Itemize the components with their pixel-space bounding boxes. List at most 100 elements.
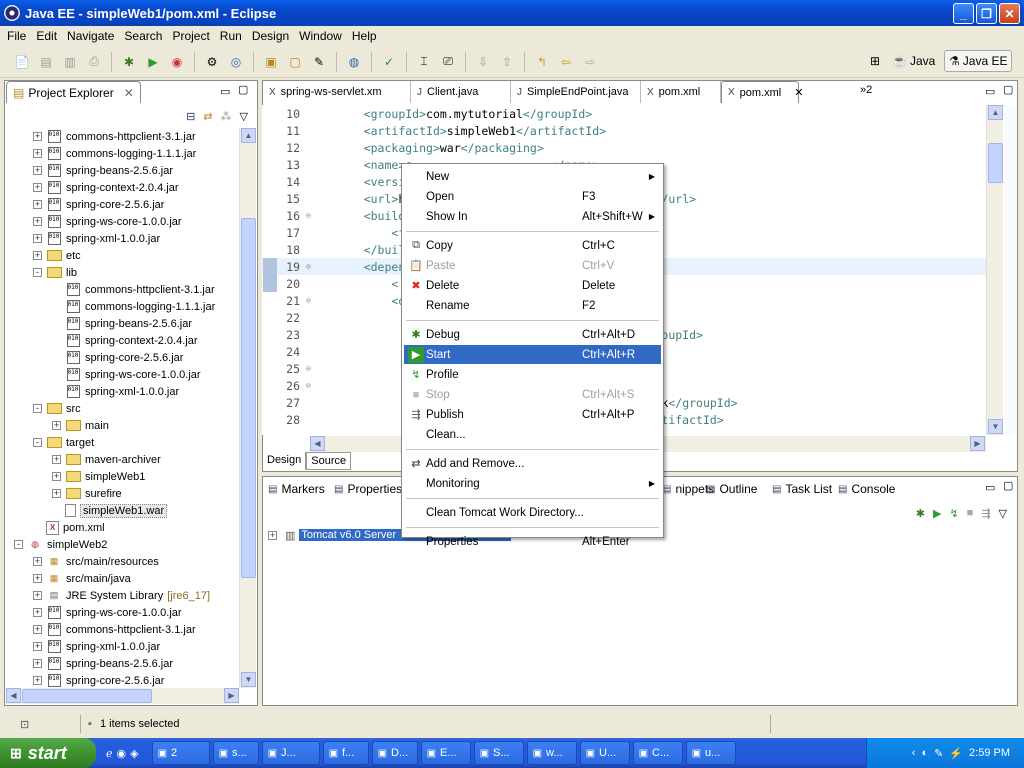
open-type-icon[interactable]: ▣ bbox=[261, 53, 281, 71]
save-icon[interactable]: ▤ bbox=[36, 53, 56, 71]
fast-view-icon[interactable]: ⊡ bbox=[20, 718, 29, 731]
fold-icon[interactable]: ⊖ bbox=[306, 381, 314, 390]
collapse-icon[interactable]: - bbox=[33, 268, 42, 277]
menu-design[interactable]: Design bbox=[247, 29, 294, 43]
external-tools-icon[interactable]: ◉ bbox=[167, 53, 187, 71]
expand-icon[interactable]: + bbox=[52, 455, 61, 464]
publish-server-icon[interactable]: ⇶ bbox=[981, 507, 990, 520]
taskbar-button[interactable]: ▣ u... bbox=[685, 741, 736, 765]
expand-icon[interactable]: + bbox=[33, 149, 42, 158]
tree-item[interactable]: Xpom.xml bbox=[6, 519, 238, 536]
bottom-tab-console[interactable]: ▤ Console bbox=[838, 478, 895, 500]
tab-source[interactable]: Source bbox=[306, 452, 352, 470]
taskbar-button[interactable]: ▣ U... bbox=[579, 741, 630, 765]
expand-icon[interactable]: + bbox=[33, 625, 42, 634]
expand-icon[interactable]: + bbox=[33, 557, 42, 566]
menu-item-monitoring[interactable]: Monitoring ▶ bbox=[404, 474, 661, 493]
open-resource-icon[interactable]: ▢ bbox=[285, 53, 305, 71]
expand-icon[interactable]: + bbox=[33, 676, 42, 685]
scroll-thumb[interactable] bbox=[241, 218, 256, 578]
view-menu-icon[interactable]: ▽ bbox=[240, 110, 248, 123]
editor-vertical-scrollbar[interactable]: ▲ ▼ bbox=[986, 105, 1003, 435]
print-icon[interactable]: ⎙ bbox=[84, 53, 104, 71]
debug-server-icon[interactable]: ✱ bbox=[916, 507, 925, 520]
ie-icon[interactable]: ℯ bbox=[106, 747, 113, 760]
menu-window[interactable]: Window bbox=[294, 29, 347, 43]
tree-item[interactable]: simpleWeb1.war bbox=[6, 502, 238, 519]
new-icon[interactable]: 📄 bbox=[12, 53, 32, 71]
editor-tab[interactable]: Xpom.xml bbox=[641, 81, 721, 103]
annotation-icon[interactable]: ⌶ bbox=[414, 53, 434, 71]
editor-tab[interactable]: J SimpleEndPoint.java bbox=[511, 81, 641, 103]
editor-scroll-left-icon[interactable]: ◀ bbox=[310, 436, 325, 451]
taskbar-button[interactable]: ▣ E... bbox=[420, 741, 471, 765]
tree-item[interactable]: + ▦ src/main/resources bbox=[6, 553, 238, 570]
last-edit-icon[interactable]: ↰ bbox=[532, 53, 552, 71]
view-menu-icon[interactable]: ▽ bbox=[999, 507, 1007, 520]
minimize-editor-icon[interactable]: ▭ bbox=[985, 85, 995, 98]
tree-item[interactable]: + ▤ JRE System Library [jre6_17] bbox=[6, 587, 238, 604]
tree-item[interactable]: +010 spring-core-2.5.6.jar bbox=[6, 196, 238, 213]
globe-icon[interactable]: ◍ bbox=[344, 53, 364, 71]
taskbar-button[interactable]: ▣ w... bbox=[526, 741, 577, 765]
expand-icon[interactable]: + bbox=[33, 166, 42, 175]
perspective-javaee[interactable]: ⚗ Java EE bbox=[944, 50, 1013, 72]
scroll-right-icon[interactable]: ▶ bbox=[224, 688, 239, 703]
expand-icon[interactable]: + bbox=[33, 217, 42, 226]
filter-icon[interactable]: ⁂ bbox=[221, 110, 232, 123]
taskbar-button[interactable]: ▣ D... bbox=[371, 741, 418, 765]
tree-item[interactable]: +010 spring-context-2.0.4.jar bbox=[6, 179, 238, 196]
expand-icon[interactable]: + bbox=[33, 183, 42, 192]
tree-item[interactable]: +010 commons-httpclient-3.1.jar bbox=[6, 621, 238, 638]
menu-file[interactable]: File bbox=[2, 29, 31, 43]
forward-icon[interactable]: ⇨ bbox=[580, 53, 600, 71]
tray-icon-2[interactable]: ✎ bbox=[934, 747, 943, 760]
expand-icon[interactable]: + bbox=[33, 132, 42, 141]
tree-horizontal-scrollbar[interactable]: ◀ ▶ bbox=[6, 688, 239, 704]
web-services-icon[interactable]: ◎ bbox=[226, 53, 246, 71]
editor-scroll-thumb[interactable] bbox=[988, 143, 1003, 183]
maximize-editor-icon[interactable]: ▢ bbox=[1003, 83, 1013, 96]
save-all-icon[interactable]: ▥ bbox=[60, 53, 80, 71]
expand-icon[interactable]: + bbox=[33, 642, 42, 651]
profile-server-icon[interactable]: ↯ bbox=[949, 507, 958, 520]
new-server-icon[interactable]: ⚙ bbox=[202, 53, 222, 71]
next-annotation-icon[interactable]: ⇩ bbox=[473, 53, 493, 71]
menu-item-properties[interactable]: Properties Alt+Enter bbox=[404, 532, 661, 551]
tree-item[interactable]: + main bbox=[6, 417, 238, 434]
fold-icon[interactable]: ⊖ bbox=[306, 211, 314, 220]
taskbar-button[interactable]: ▣ J... bbox=[261, 741, 320, 765]
menu-project[interactable]: Project bbox=[167, 29, 214, 43]
tray-arrow-icon[interactable]: ‹ bbox=[912, 747, 916, 759]
tree-item[interactable]: +010 spring-xml-1.0.0.jar bbox=[6, 230, 238, 247]
taskbar-button[interactable]: ▣ C... bbox=[632, 741, 683, 765]
collapse-icon[interactable]: - bbox=[33, 404, 42, 413]
minimize-button[interactable]: _ bbox=[953, 3, 974, 24]
close-icon[interactable]: ✕ bbox=[124, 86, 134, 100]
taskbar-button[interactable]: ▣ S... bbox=[473, 741, 524, 765]
tree-item[interactable]: +010 spring-xml-1.0.0.jar bbox=[6, 638, 238, 655]
menu-run[interactable]: Run bbox=[215, 29, 247, 43]
media-icon[interactable]: ◈ bbox=[130, 747, 138, 760]
tree-item[interactable]: + simpleWeb1 bbox=[6, 468, 238, 485]
editor-scroll-right-icon[interactable]: ▶ bbox=[970, 436, 985, 451]
prev-annotation-icon[interactable]: ⇧ bbox=[497, 53, 517, 71]
expand-icon[interactable]: + bbox=[268, 530, 277, 540]
start-server-icon[interactable]: ▶ bbox=[933, 507, 941, 520]
editor-tab[interactable]: Xpom.xml ✕ bbox=[721, 81, 803, 103]
expand-icon[interactable]: + bbox=[33, 200, 42, 209]
collapse-icon[interactable]: - bbox=[33, 438, 42, 447]
menu-item-debug[interactable]: ✱ Debug Ctrl+Alt+D bbox=[404, 325, 661, 344]
scroll-up-icon[interactable]: ▲ bbox=[241, 128, 256, 143]
menu-item-clean[interactable]: Clean... bbox=[404, 425, 661, 444]
tree-item[interactable]: - ◍ simpleWeb2 bbox=[6, 536, 238, 553]
scroll-left-icon[interactable]: ◀ bbox=[6, 688, 21, 703]
expand-icon[interactable]: + bbox=[33, 574, 42, 583]
minimize-view-icon[interactable]: ▭ bbox=[220, 85, 230, 98]
mark-icon[interactable]: ⎚ bbox=[438, 53, 458, 71]
tree-item[interactable]: + maven-archiver bbox=[6, 451, 238, 468]
expand-icon[interactable]: + bbox=[52, 489, 61, 498]
start-button[interactable]: ⊞ start bbox=[0, 738, 96, 768]
tree-item[interactable]: 010 spring-core-2.5.6.jar bbox=[6, 349, 238, 366]
tree-item[interactable]: - src bbox=[6, 400, 238, 417]
